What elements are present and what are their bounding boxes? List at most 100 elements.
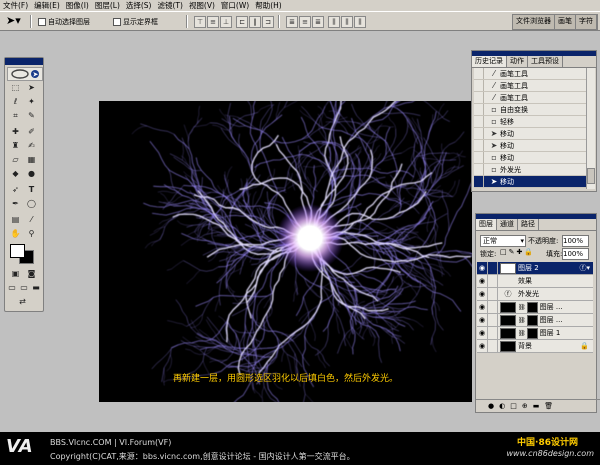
lock-icons[interactable]: □✎✚🔒 xyxy=(500,248,535,256)
slice-tool-icon[interactable]: ✎ xyxy=(25,110,38,122)
eye-icon[interactable]: ◉ xyxy=(477,262,488,274)
dodge-tool-icon[interactable]: ● xyxy=(25,168,38,180)
history-brush-source[interactable] xyxy=(474,176,484,187)
align-left-icon[interactable]: ⊏ xyxy=(236,16,248,28)
menu-item[interactable]: 选择(S) xyxy=(123,0,155,11)
history-item[interactable]: ▫ 自由变换 xyxy=(474,104,586,116)
checkbox-box[interactable] xyxy=(113,18,121,26)
zoom-tool-icon[interactable]: ⚲ xyxy=(25,228,38,240)
palette-well-tab[interactable]: 字符 xyxy=(576,15,597,29)
scrollbar-thumb[interactable] xyxy=(587,168,595,184)
opacity-input[interactable]: 100% xyxy=(562,235,589,247)
effects-icon[interactable]: ⓕ▾ xyxy=(579,263,590,273)
move-tool-icon[interactable]: ➤ xyxy=(25,82,38,94)
eye-icon[interactable]: ◉ xyxy=(477,301,488,313)
menu-item[interactable]: 文件(F) xyxy=(0,0,31,11)
menu-item[interactable]: 编辑(E) xyxy=(31,0,63,11)
history-brush-source[interactable] xyxy=(474,140,484,151)
crop-tool-icon[interactable]: ⌗ xyxy=(9,110,22,122)
history-panel-tab[interactable]: 历史记录 xyxy=(472,56,507,67)
distribute-hcenter-icon[interactable]: ⫼ xyxy=(341,16,353,28)
align-hcenter-icon[interactable]: ‖ xyxy=(249,16,261,28)
layer-row[interactable]: ◉ 背景 🔒 xyxy=(477,340,593,353)
history-item[interactable]: ⁄ 画笔工具 xyxy=(474,80,586,92)
jump-to-imageready-icon[interactable]: ⇄ xyxy=(16,296,29,308)
menu-item[interactable]: 视图(V) xyxy=(186,0,218,11)
distribute-vcenter-icon[interactable]: ≡ xyxy=(299,16,311,28)
gradient-tool-icon[interactable]: ▦ xyxy=(25,154,38,166)
layer-row[interactable]: ◉ 效果 xyxy=(477,275,593,288)
history-brush-source[interactable] xyxy=(474,164,484,175)
palette-well-tab[interactable]: 画笔 xyxy=(555,15,576,29)
quick-mask-mode-icon[interactable]: ◙ xyxy=(25,268,38,280)
history-brush-tool-icon[interactable]: ✍ xyxy=(25,140,38,152)
history-brush-source[interactable] xyxy=(474,128,484,139)
clone-stamp-tool-icon[interactable]: ♜ xyxy=(9,140,22,152)
foreground-color-swatch-top[interactable] xyxy=(10,244,25,258)
document-canvas[interactable]: 再新建一层，用圆形选区羽化以后填白色，然后外发光。 xyxy=(99,101,472,402)
history-item[interactable]: ⁄ 画笔工具 xyxy=(474,92,586,104)
history-item[interactable]: ➤ 移动 xyxy=(474,140,586,152)
palette-well-tab[interactable]: 文件浏览器 xyxy=(513,15,555,29)
layer-row[interactable]: ◉ ⛓ 图层 1 xyxy=(477,327,593,340)
screen-mode-standard-icon[interactable]: ▭ xyxy=(6,282,18,294)
distribute-bottom-icon[interactable]: ≣ xyxy=(312,16,324,28)
align-top-icon[interactable]: ⊤ xyxy=(194,16,206,28)
menu-item[interactable]: 帮助(H) xyxy=(252,0,285,11)
menu-item[interactable]: 图像(I) xyxy=(63,0,92,11)
layer-row[interactable]: ◉ ⛓ 图层 ... xyxy=(477,314,593,327)
distribute-top-icon[interactable]: ≣ xyxy=(286,16,298,28)
brush-tool-icon[interactable]: ✐ xyxy=(25,126,38,138)
eye-icon[interactable]: ◉ xyxy=(477,327,488,339)
hand-tool-icon[interactable]: ✋ xyxy=(9,228,22,240)
history-brush-source[interactable] xyxy=(474,68,484,79)
screen-mode-full-icon[interactable]: ▬ xyxy=(30,282,42,294)
align-right-icon[interactable]: ⊐ xyxy=(262,16,274,28)
blur-tool-icon[interactable]: ◆ xyxy=(9,168,22,180)
layers-panel-tab[interactable]: 图层 xyxy=(476,219,497,230)
history-item[interactable]: ⁄ 画笔工具 xyxy=(474,68,586,80)
eyedropper-tool-icon[interactable]: ⁄ xyxy=(25,214,38,226)
move-tool-icon[interactable]: ➤▾ xyxy=(6,14,21,27)
menu-item[interactable]: 滤镜(T) xyxy=(155,0,186,11)
history-brush-source[interactable] xyxy=(474,116,484,127)
eye-icon[interactable]: ◉ xyxy=(477,314,488,326)
blend-mode-select[interactable]: 正常 ▾ xyxy=(480,235,526,247)
history-brush-source[interactable] xyxy=(474,104,484,115)
photoshop-logo-icon[interactable]: ➤ xyxy=(7,67,43,81)
pen-tool-icon[interactable]: ✒ xyxy=(9,198,22,210)
notes-tool-icon[interactable]: ▤ xyxy=(9,214,22,226)
checkbox-box[interactable] xyxy=(38,18,46,26)
history-panel-tab[interactable]: 动作 xyxy=(507,56,528,67)
history-scrollbar[interactable] xyxy=(586,68,595,189)
distribute-right-icon[interactable]: ⫼ xyxy=(354,16,366,28)
marquee-tool-icon[interactable]: ⬚ xyxy=(9,82,22,94)
layer-row[interactable]: ◉ ⛓ 图层 ... xyxy=(477,301,593,314)
magic-wand-tool-icon[interactable]: ✦ xyxy=(25,96,38,108)
history-item[interactable]: ▫ 移动 xyxy=(474,152,586,164)
history-brush-source[interactable] xyxy=(474,92,484,103)
footer-site[interactable]: BBS.VIcnc.COM xyxy=(50,438,111,447)
eye-icon[interactable]: ◉ xyxy=(477,275,488,287)
healing-brush-tool-icon[interactable]: ✚ xyxy=(9,126,22,138)
standard-mode-icon[interactable]: ▣ xyxy=(9,268,22,280)
menu-item[interactable]: 窗口(W) xyxy=(218,0,252,11)
layer-row[interactable]: ◉ ⓕ 外发光 xyxy=(477,288,593,301)
history-item[interactable]: ➤ 移动 xyxy=(474,128,586,140)
history-panel-tab[interactable]: 工具预设 xyxy=(528,56,563,67)
lasso-tool-icon[interactable]: ℓ xyxy=(9,96,22,108)
history-brush-source[interactable] xyxy=(474,80,484,91)
layers-panel-tab[interactable]: 路径 xyxy=(518,219,539,230)
layers-footer-buttons[interactable]: ●◐□⊕▬🗑 xyxy=(476,399,600,412)
history-item[interactable]: ▫ 轻移 xyxy=(474,116,586,128)
shape-tool-icon[interactable]: ◯ xyxy=(25,198,38,210)
align-bottom-icon[interactable]: ⊥ xyxy=(220,16,232,28)
path-selection-tool-icon[interactable]: ➶ xyxy=(9,184,22,196)
fill-input[interactable]: 100% xyxy=(562,248,589,260)
layers-panel-tab[interactable]: 通道 xyxy=(497,219,518,230)
auto-select-checkbox[interactable]: 自动选择图层 xyxy=(38,17,90,27)
screen-mode-full-menu-icon[interactable]: ▭ xyxy=(18,282,30,294)
eraser-tool-icon[interactable]: ▱ xyxy=(9,154,22,166)
menu-item[interactable]: 图层(L) xyxy=(92,0,123,11)
eye-icon[interactable]: ◉ xyxy=(477,340,488,352)
